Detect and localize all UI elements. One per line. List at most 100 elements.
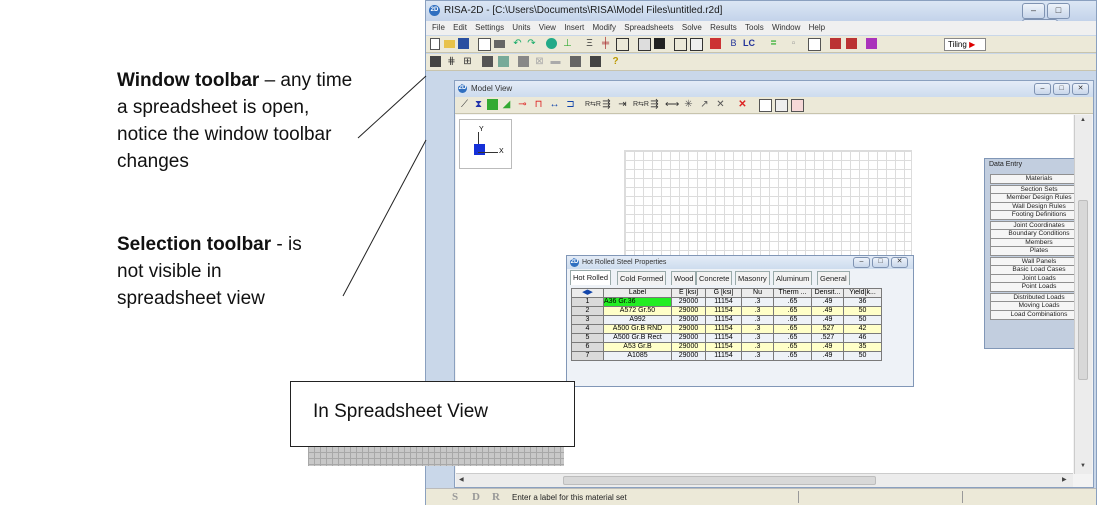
window-tool-4-icon[interactable] (482, 56, 493, 67)
tab-hot-rolled[interactable]: Hot Rolled (570, 270, 612, 285)
tab-cold-formed[interactable]: Cold Formed (617, 271, 667, 285)
menu-spreadsheets[interactable]: Spreadsheets (624, 23, 673, 32)
column-header[interactable]: Densit... (811, 288, 844, 298)
window-tool-7-icon[interactable]: ⊠ (534, 56, 545, 67)
menu-solve[interactable]: Solve (682, 23, 702, 32)
plate-icon[interactable] (616, 38, 629, 51)
table-cell[interactable]: .65 (773, 306, 812, 316)
column-header[interactable]: E [ksi] (671, 288, 706, 298)
table-cell[interactable]: .49 (811, 306, 844, 316)
results-icon[interactable] (830, 38, 841, 49)
vertical-scroll-thumb[interactable] (1078, 200, 1088, 380)
table-cell[interactable]: .3 (741, 342, 774, 352)
copy-icon[interactable] (478, 38, 491, 51)
table-cell[interactable]: 29000 (671, 306, 706, 316)
new-file-icon[interactable] (430, 38, 440, 50)
horizontal-scrollbar[interactable]: ◀ ▶ (456, 473, 1073, 487)
scroll-right-icon[interactable]: ▶ (1062, 476, 1067, 483)
table-cell[interactable]: A1085 (603, 351, 672, 361)
row-number[interactable]: 1 (571, 297, 604, 307)
row-number[interactable]: 4 (571, 324, 604, 334)
monitor-icon[interactable] (654, 38, 665, 49)
draw-tool-17-icon[interactable]: ✕ (715, 99, 726, 110)
table-icon[interactable] (690, 38, 703, 51)
grid-toggle-icon[interactable] (775, 99, 788, 112)
table-cell[interactable]: 46 (843, 333, 882, 343)
spreadsheet-minimize-button[interactable]: – (853, 257, 870, 268)
model-view-close-button[interactable]: ✕ (1072, 83, 1089, 95)
table-cell[interactable]: 29000 (671, 351, 706, 361)
draw-tool-3-icon[interactable] (487, 99, 498, 110)
menu-results[interactable]: Results (710, 23, 737, 32)
draw-tool-13-icon[interactable]: ⇶ (649, 99, 660, 110)
table-cell[interactable]: 50 (843, 315, 882, 325)
window-tool-1-icon[interactable] (430, 56, 441, 67)
window-tool-2-icon[interactable]: ⋕ (446, 56, 457, 67)
tiling-button[interactable]: Tiling ▶ (944, 38, 986, 51)
draw-tool-4-icon[interactable]: ◢ (501, 99, 512, 110)
window-tool-9-icon[interactable] (570, 56, 581, 67)
draw-tool-9-icon[interactable]: R⇆R (585, 99, 601, 110)
delete-icon[interactable]: ✕ (737, 99, 748, 110)
table-cell[interactable]: .49 (811, 342, 844, 352)
frame-icon[interactable] (638, 38, 651, 51)
results-table-icon[interactable] (846, 38, 857, 49)
scroll-down-icon[interactable]: ▼ (1080, 463, 1086, 469)
clear-icon[interactable]: ▫ (788, 38, 799, 49)
table-cell[interactable]: 29000 (671, 342, 706, 352)
window-tool-6-icon[interactable] (518, 56, 529, 67)
window-tool-5-icon[interactable] (498, 56, 509, 67)
table-cell[interactable]: .49 (811, 315, 844, 325)
redo-icon[interactable]: ↷ (526, 38, 537, 49)
menu-file[interactable]: File (432, 23, 445, 32)
draw-tool-12-icon[interactable]: R⇆R (633, 99, 649, 110)
table-cell[interactable]: 11154 (705, 324, 742, 334)
menu-edit[interactable]: Edit (453, 23, 467, 32)
vertical-scrollbar[interactable]: ▲ ▼ (1074, 115, 1092, 474)
menu-modify[interactable]: Modify (592, 23, 616, 32)
table-cell[interactable]: A500 Gr.B RND (603, 324, 672, 334)
row-number[interactable]: 6 (571, 342, 604, 352)
draw-tool-7-icon[interactable]: ↔ (549, 99, 560, 110)
draw-tool-10-icon[interactable]: ⇶ (601, 99, 612, 110)
status-letter-s[interactable]: S (452, 491, 458, 503)
tab-general[interactable]: General (817, 271, 850, 285)
open-folder-icon[interactable] (444, 40, 455, 48)
undo-icon[interactable]: ↶ (512, 38, 523, 49)
menu-help[interactable]: Help (809, 23, 825, 32)
column-header[interactable]: Nu (741, 288, 774, 298)
row-number[interactable]: 7 (571, 351, 604, 361)
draw-tool-2-icon[interactable]: ⧗ (473, 99, 484, 110)
table-cell[interactable]: 29000 (671, 333, 706, 343)
render-icon[interactable] (546, 38, 557, 49)
edit-icon[interactable] (759, 99, 772, 112)
table-cell[interactable]: .65 (773, 297, 812, 307)
table-cell[interactable]: 36 (843, 297, 882, 307)
table-cell-selected[interactable]: A36 Gr.36 (603, 297, 672, 307)
tab-aluminum[interactable]: Aluminum (773, 271, 813, 285)
menu-units[interactable]: Units (512, 23, 530, 32)
status-letter-r[interactable]: R (492, 491, 500, 503)
status-letter-d[interactable]: D (472, 491, 480, 503)
draw-tool-5-icon[interactable]: ⊸ (517, 99, 528, 110)
row-number[interactable]: 5 (571, 333, 604, 343)
column-header[interactable]: G [ksi] (705, 288, 742, 298)
model-view-minimize-button[interactable]: – (1034, 83, 1051, 95)
tab-masonry[interactable]: Masonry (735, 271, 770, 285)
table-cell[interactable]: 11154 (705, 333, 742, 343)
draw-tool-16-icon[interactable]: ↗ (699, 99, 710, 110)
table-cell[interactable]: 35 (843, 342, 882, 352)
table-cell[interactable]: 29000 (671, 315, 706, 325)
table-cell[interactable]: .49 (811, 351, 844, 361)
spreadsheet-maximize-button[interactable]: □ (872, 257, 889, 268)
table-cell[interactable]: .3 (741, 297, 774, 307)
table-cell[interactable]: 29000 (671, 297, 706, 307)
table-cell[interactable]: 11154 (705, 351, 742, 361)
load-combination-icon[interactable]: LC (740, 38, 758, 49)
model-view-maximize-button[interactable]: □ (1053, 83, 1070, 95)
table-cell[interactable]: 50 (843, 351, 882, 361)
help-book-icon[interactable] (866, 38, 877, 49)
menu-tools[interactable]: Tools (745, 23, 764, 32)
menu-insert[interactable]: Insert (564, 23, 584, 32)
window-tool-3-icon[interactable]: ⊞ (462, 56, 473, 67)
